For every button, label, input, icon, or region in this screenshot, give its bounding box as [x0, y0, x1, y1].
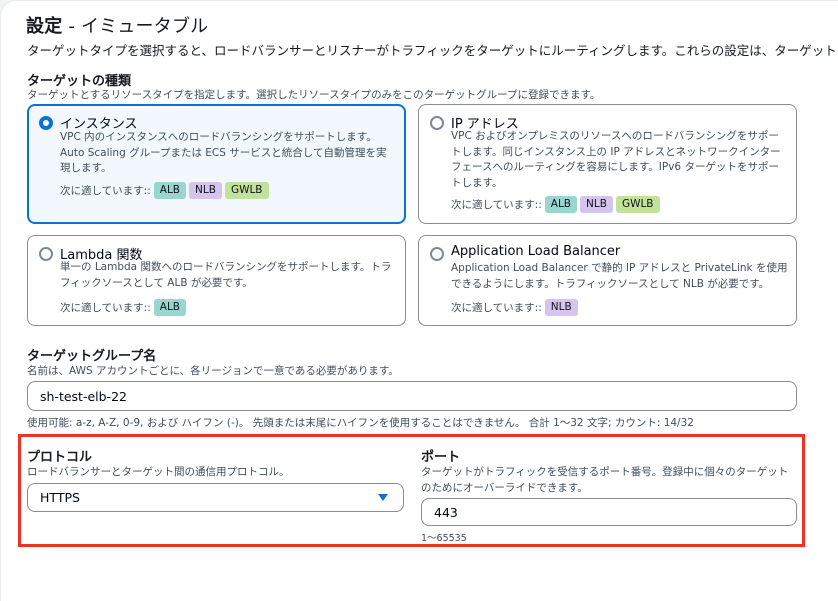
target-type-lambda-card[interactable]: Lambda 関数 単一の Lambda 関数へのロードバランシングをサポートし… — [27, 235, 406, 326]
badge-gwlb: GWLB — [224, 182, 269, 199]
ip-supports: 次に適しています:: ALB NLB GWLB — [451, 196, 660, 213]
target-group-name-constraint: 使用可能: a-z, A-Z, 0-9, および ハイフン (-)。 先頭または… — [27, 417, 694, 429]
alb-radio[interactable] — [430, 247, 444, 261]
target-group-name-input[interactable]: sh-test-elb-22 — [27, 381, 797, 411]
badge-nlb: NLB — [580, 196, 613, 213]
badge-nlb: NLB — [189, 182, 222, 199]
target-type-hint: ターゲットとするリソースタイプを指定します。選択したリソースタイプのみをこのター… — [27, 89, 601, 101]
alb-description: Application Load Balancer で静的 IP アドレスと P… — [451, 262, 788, 290]
badge-gwlb: GWLB — [615, 196, 660, 213]
settings-panel: 設定 - イミュータブル ターゲットタイプを選択すると、ロードバランサーとリスナ… — [0, 0, 838, 601]
ip-radio[interactable] — [430, 116, 444, 130]
alb-title: Application Load Balancer — [451, 244, 621, 259]
badge-alb: ALB — [153, 299, 187, 316]
target-group-name-label: ターゲットグループ名 — [27, 349, 157, 364]
badge-nlb: NLB — [544, 299, 578, 316]
badge-alb: ALB — [153, 182, 187, 199]
supports-label: 次に適しています:: — [451, 302, 542, 314]
target-type-instance-card[interactable]: インスタンス VPC 内のインスタンスへのロードバランシングをサポートします。A… — [27, 104, 406, 224]
target-type-ip-card[interactable]: IP アドレス VPC およびオンプレミスのリソースへのロードバランシングをサポ… — [418, 104, 797, 224]
highlight-box — [18, 434, 805, 547]
instance-description: VPC 内のインスタンスへのロードバランシングをサポートします。Auto Sca… — [60, 131, 387, 174]
target-group-name-hint: 名前は、AWS アカウントごとに、各リージョンで一意である必要があります。 — [27, 365, 399, 377]
target-type-alb-card[interactable]: Application Load Balancer Application Lo… — [418, 235, 797, 326]
lambda-description: 単一の Lambda 関数へのロードバランシングをサポートします。トラフィックソ… — [60, 261, 392, 289]
supports-label: 次に適しています:: — [60, 302, 151, 314]
instance-radio[interactable] — [39, 116, 53, 130]
lambda-supports: 次に適しています:: ALB — [60, 299, 187, 316]
supports-label: 次に適しています:: — [451, 199, 542, 211]
section-title-main: 設定 — [26, 16, 63, 37]
ip-description: VPC およびオンプレミスのリソースへのロードバランシングをサポートします。同じ… — [451, 130, 781, 189]
badge-alb: ALB — [544, 196, 578, 213]
alb-supports: 次に適しています:: NLB — [451, 299, 578, 316]
lambda-radio[interactable] — [39, 247, 53, 261]
supports-label: 次に適しています:: — [60, 185, 151, 197]
section-title: 設定 - イミュータブル — [26, 12, 208, 38]
section-title-suffix: - イミュータブル — [62, 16, 209, 37]
target-group-name-value: sh-test-elb-22 — [40, 388, 127, 404]
instance-supports: 次に適しています:: ALB NLB GWLB — [60, 182, 269, 199]
section-description: ターゲットタイプを選択すると、ロードバランサーとリスナーがトラフィックをターゲッ… — [27, 43, 837, 58]
